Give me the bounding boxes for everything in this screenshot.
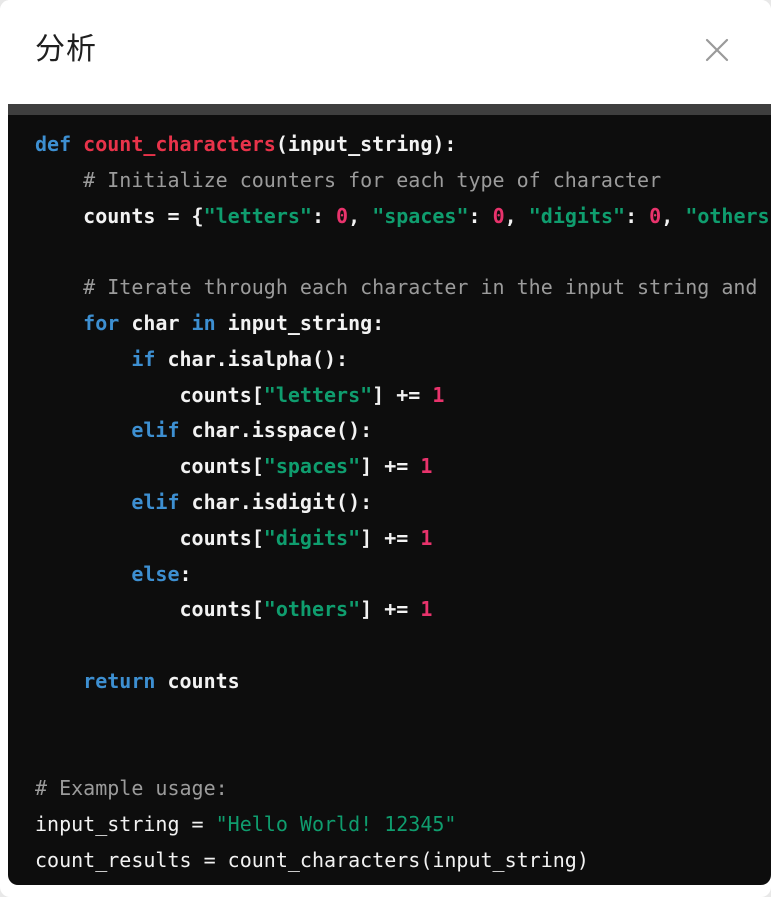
code-token-num: 1 bbox=[420, 525, 433, 550]
code-block-header-bar bbox=[8, 104, 771, 115]
code-line: # Initialize counters for each type of c… bbox=[35, 163, 771, 199]
code-token-str: "others" bbox=[263, 597, 361, 622]
code-line: # Example usage: bbox=[35, 771, 771, 807]
code-token-num: 1 bbox=[432, 382, 445, 407]
code-line: else: bbox=[35, 557, 771, 593]
code-line: counts = {"letters": 0, "spaces": 0, "di… bbox=[35, 199, 771, 235]
code-token-cmt: # Initialize counters for each type of c… bbox=[35, 167, 662, 192]
code-token-str: "letters" bbox=[263, 382, 373, 407]
code-token-plain: , bbox=[661, 203, 686, 228]
code-token-str: "digits" bbox=[263, 525, 361, 550]
code-token-plain: input_string = bbox=[35, 812, 216, 837]
code-token-str: "Hello World! 12345" bbox=[215, 812, 457, 837]
vertical-scrollbar-track[interactable] bbox=[752, 115, 771, 885]
code-line: counts["digits"] += 1 bbox=[35, 521, 771, 557]
code-line: for char in input_string: bbox=[35, 306, 771, 342]
code-token-num: 1 bbox=[420, 597, 433, 622]
code-token-num: 0 bbox=[336, 203, 349, 228]
code-token-plain: count_results bbox=[35, 884, 192, 885]
code-line: def count_characters(input_string): bbox=[35, 127, 771, 163]
code-token-plain: counts[ bbox=[35, 382, 264, 407]
close-icon bbox=[703, 36, 731, 64]
code-token-plain: : bbox=[625, 203, 650, 228]
code-token-plain: , bbox=[504, 203, 529, 228]
code-token-str: "spaces" bbox=[263, 454, 361, 479]
code-token-plain: char.isdigit(): bbox=[191, 489, 373, 514]
code-token-plain: ] += bbox=[372, 382, 433, 407]
code-content: def count_characters(input_string): # In… bbox=[8, 115, 771, 885]
page-title: 分析 bbox=[35, 32, 97, 67]
code-token-num: 0 bbox=[492, 203, 505, 228]
code-token-fn: count_characters bbox=[83, 132, 276, 156]
code-token-kw: else bbox=[35, 561, 180, 586]
code-token-plain: input_string: bbox=[227, 310, 385, 335]
code-token-kw: return bbox=[35, 668, 168, 693]
code-token-cmt: # Iterate through each character in the … bbox=[35, 275, 771, 300]
code-line: elif char.isspace(): bbox=[35, 413, 771, 449]
code-token-cmt: # Example usage: bbox=[35, 776, 228, 801]
code-line: elif char.isdigit(): bbox=[35, 485, 771, 521]
code-line: counts["others"] += 1 bbox=[35, 592, 771, 628]
code-token-kw: elif bbox=[35, 418, 192, 443]
code-token-plain: ] += bbox=[360, 525, 421, 550]
code-token-plain: counts[ bbox=[35, 525, 264, 550]
code-token-plain: counts[ bbox=[35, 597, 264, 622]
code-token-plain: , bbox=[348, 203, 373, 228]
code-token-plain: : bbox=[311, 203, 337, 228]
code-line: counts["spaces"] += 1 bbox=[35, 449, 771, 485]
code-token-kw: def bbox=[35, 132, 84, 156]
code-token-plain: counts = { bbox=[35, 203, 204, 228]
code-scroll-area[interactable]: def count_characters(input_string): # In… bbox=[8, 115, 771, 885]
code-line: return counts bbox=[35, 664, 771, 700]
code-token-num: 1 bbox=[420, 454, 433, 479]
code-token-str: "spaces" bbox=[372, 203, 469, 228]
code-line: if char.isalpha(): bbox=[35, 342, 771, 378]
code-block: def count_characters(input_string): # In… bbox=[8, 104, 771, 885]
code-token-kw: elif bbox=[35, 489, 192, 514]
code-token-plain: ] += bbox=[360, 454, 421, 479]
code-token-str: "digits" bbox=[528, 203, 626, 228]
close-button[interactable] bbox=[693, 26, 741, 74]
code-token-plain: : bbox=[179, 561, 192, 586]
code-line: input_string = "Hello World! 12345" bbox=[35, 807, 771, 843]
code-token-plain: (input_string): bbox=[275, 132, 457, 156]
code-line: count_results = count_characters(input_s… bbox=[35, 843, 771, 879]
analysis-dialog: 分析 def count_characters(input_string): #… bbox=[0, 0, 771, 897]
code-token-num: 0 bbox=[649, 203, 662, 228]
code-token-str: "letters" bbox=[203, 203, 312, 228]
code-line: # Iterate through each character in the … bbox=[35, 270, 771, 306]
code-token-plain: char bbox=[131, 310, 192, 335]
code-token-kw: for bbox=[35, 310, 132, 335]
dialog-header: 分析 bbox=[0, 0, 771, 104]
code-token-plain: count_results = count_characters(input_s… bbox=[35, 847, 589, 872]
code-token-plain: : bbox=[468, 203, 493, 228]
code-token-plain: char.isalpha(): bbox=[167, 346, 349, 371]
code-token-plain: counts bbox=[167, 668, 240, 693]
code-token-kw: if bbox=[35, 346, 168, 371]
code-line: count_results bbox=[35, 879, 771, 885]
code-token-kw: in bbox=[191, 310, 228, 335]
code-token-plain: ] += bbox=[360, 597, 421, 622]
code-token-plain: counts[ bbox=[35, 454, 264, 479]
code-line: counts["letters"] += 1 bbox=[35, 378, 771, 414]
code-token-plain: char.isspace(): bbox=[191, 418, 373, 443]
